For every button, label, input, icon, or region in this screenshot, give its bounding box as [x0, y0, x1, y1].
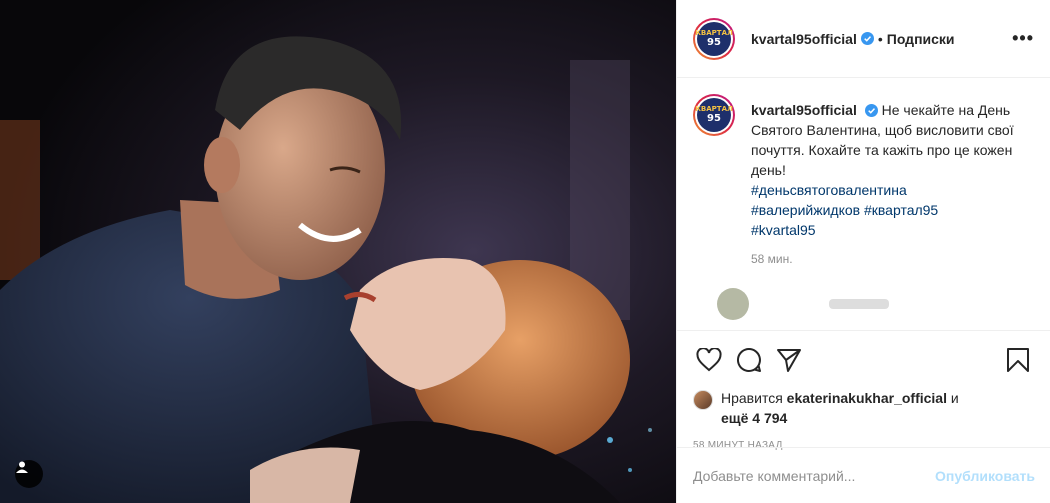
likes-conj: и: [950, 390, 959, 406]
logo-number: 95: [707, 113, 721, 124]
comments-area[interactable]: КВАРТАЛ 95 kvartal95official Не чекайте …: [677, 78, 1050, 330]
post-side-panel: КВАРТАЛ 95 kvartal95official • Подписки …: [676, 0, 1050, 503]
save-icon: [1007, 347, 1029, 372]
likes-summary: Нравится ekaterinakukhar_official и ещё …: [677, 388, 1050, 428]
like-button[interactable]: [689, 340, 729, 380]
logo-number: 95: [707, 36, 721, 48]
caption: КВАРТАЛ 95 kvartal95official Не чекайте …: [693, 94, 1034, 240]
liker-avatar[interactable]: [693, 390, 713, 410]
comment-input[interactable]: [693, 467, 936, 484]
following-button[interactable]: Подписки: [887, 31, 955, 47]
dot-separator: •: [877, 30, 883, 47]
logo-text: КВАРТАЛ: [695, 105, 733, 113]
liker-username[interactable]: ekaterinakukhar_official: [787, 390, 947, 406]
caption-avatar[interactable]: КВАРТАЛ 95: [693, 94, 735, 136]
commenter-avatar[interactable]: [717, 288, 749, 320]
likes-text: Нравится ekaterinakukhar_official и ещё …: [721, 388, 959, 428]
logo-text: КВАРТАЛ: [695, 28, 733, 37]
likes-count-link[interactable]: ещё 4 794: [721, 410, 787, 426]
like-icon: [696, 347, 722, 371]
post-photo[interactable]: [0, 0, 676, 503]
avatar-ring: КВАРТАЛ 95: [695, 96, 733, 134]
share-button[interactable]: [769, 340, 809, 380]
save-button[interactable]: [998, 340, 1038, 380]
comment-preview: [693, 288, 1034, 320]
user-tag-button[interactable]: [15, 460, 43, 488]
action-bar: [677, 330, 1050, 388]
verified-icon: [860, 32, 874, 45]
more-options-icon[interactable]: •••: [1012, 28, 1034, 49]
caption-time[interactable]: 58 мин.: [751, 252, 1034, 266]
hashtag-link[interactable]: #валерийжидков #квартал95: [751, 200, 1021, 220]
photo-illustration: [0, 0, 676, 503]
comment-icon: [737, 347, 761, 372]
kvartal-logo: КВАРТАЛ 95: [695, 21, 733, 56]
comment-form: Опубликовать: [677, 447, 1050, 503]
post-header: КВАРТАЛ 95 kvartal95official • Подписки …: [677, 0, 1050, 78]
caption-text: kvartal95official Не чекайте на День Свя…: [751, 100, 1021, 240]
hashtag-link[interactable]: #деньсвятоговалентина: [751, 180, 1021, 200]
kvartal-logo: КВАРТАЛ 95: [695, 98, 733, 132]
hashtag-link[interactable]: #kvartal95: [751, 220, 1021, 240]
caption-username[interactable]: kvartal95official: [751, 102, 857, 118]
user-tag-icon: [16, 461, 28, 473]
verified-icon: [864, 104, 878, 117]
share-icon: [777, 348, 801, 372]
publish-button[interactable]: Опубликовать: [935, 468, 1035, 484]
author-avatar[interactable]: КВАРТАЛ 95: [693, 17, 735, 60]
likes-prefix: Нравится: [721, 390, 783, 406]
avatar-ring: КВАРТАЛ 95: [695, 19, 733, 58]
author-username[interactable]: kvartal95official: [751, 31, 857, 47]
comment-button[interactable]: [729, 340, 769, 380]
instagram-post-view: КВАРТАЛ 95 kvartal95official • Подписки …: [0, 0, 1050, 503]
comment-text-cut: [829, 299, 889, 309]
